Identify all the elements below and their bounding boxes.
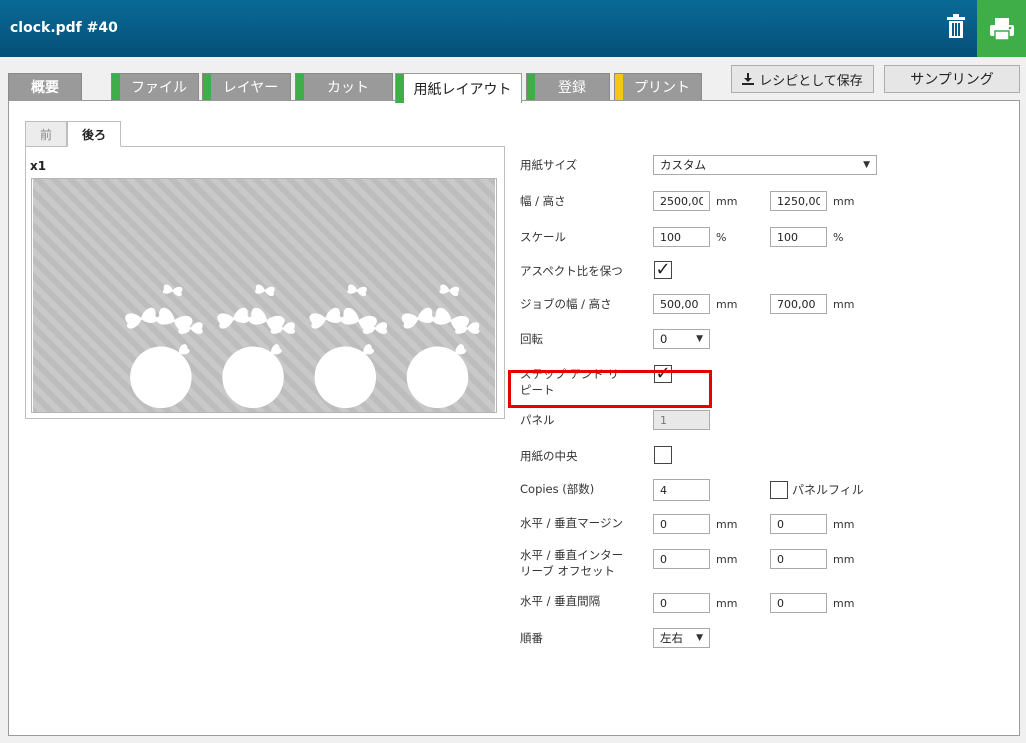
interleave-h-input[interactable] (653, 549, 710, 569)
tab-overview[interactable]: 概要 (8, 73, 82, 101)
sampling-label: サンプリング (910, 72, 994, 88)
unit-label: % (716, 231, 727, 244)
subtab-back[interactable]: 後ろ (67, 121, 121, 147)
tab-cut[interactable]: カット (295, 73, 393, 101)
scale-label: スケール (520, 230, 566, 244)
center-on-paper-checkbox[interactable] (654, 446, 672, 464)
panels-input (653, 410, 710, 430)
tab-label: レイヤー (222, 80, 279, 96)
spacing-h-input[interactable] (653, 593, 710, 613)
trash-icon (947, 14, 965, 38)
interleave-v-input[interactable] (770, 549, 827, 569)
tab-label: カット (327, 80, 369, 96)
tab-paper-layout[interactable]: 用紙レイアウト (395, 73, 522, 103)
paper-layout-panel: 前 後ろ x1 (8, 100, 1020, 736)
copies-label: Copies (部数) (520, 482, 595, 496)
title-bar: clock.pdf #40 (0, 0, 1026, 57)
trash-button[interactable] (940, 10, 972, 42)
margin-h-input[interactable] (653, 514, 710, 534)
tab-status-marker (203, 74, 211, 100)
panel-fill-label: パネルフィル (792, 483, 864, 497)
width-height-label: 幅 / 高さ (520, 194, 566, 208)
paper-height-input[interactable] (770, 191, 827, 211)
tab-status-marker (296, 74, 304, 100)
paper-width-input[interactable] (653, 191, 710, 211)
unit-label: % (833, 231, 844, 244)
scale-y-input[interactable] (770, 227, 827, 247)
margin-v-input[interactable] (770, 514, 827, 534)
panels-label: パネル (520, 413, 555, 427)
tab-status-marker (615, 74, 623, 100)
tab-file[interactable]: ファイル (111, 73, 199, 101)
unit-label: mm (716, 298, 738, 311)
rotation-select[interactable]: 0 ▼ (653, 329, 710, 349)
chevron-down-icon: ▼ (863, 160, 870, 170)
paper-size-select[interactable]: カスタム ▼ (653, 155, 877, 175)
checkmark-icon: ✓ (655, 259, 671, 280)
center-on-paper-label: 用紙の中央 (520, 449, 578, 463)
tab-registration[interactable]: 登録 (526, 73, 610, 101)
interleave-label-line2: リーブ オフセット (520, 564, 615, 578)
scale-x-input[interactable] (653, 227, 710, 247)
sampling-button[interactable]: サンプリング (884, 65, 1020, 93)
step-repeat-label-line2: ピート (520, 383, 555, 397)
download-icon (742, 73, 755, 85)
sheet-preview-image (31, 178, 497, 413)
job-size-label: ジョブの幅 / 高さ (520, 297, 612, 311)
print-button[interactable] (977, 0, 1026, 57)
keep-aspect-checkbox[interactable]: ✓ (654, 261, 672, 279)
job-height-input[interactable] (770, 294, 827, 314)
subtab-front-label: 前 (39, 127, 52, 142)
subtab-front[interactable]: 前 (25, 121, 67, 147)
step-repeat-checkbox[interactable]: ✓ (654, 365, 672, 383)
interleave-label: 水平 / 垂直インター リーブ オフセット (520, 547, 623, 579)
layout-preview: x1 (25, 146, 505, 419)
margins-label: 水平 / 垂直マージン (520, 516, 623, 530)
job-width-input[interactable] (653, 294, 710, 314)
unit-label: mm (833, 597, 855, 610)
spacing-v-input[interactable] (770, 593, 827, 613)
tab-status-marker (396, 74, 404, 103)
unit-label: mm (833, 195, 855, 208)
step-repeat-label: ステップ アンド リ ピート (520, 366, 619, 398)
rotation-value: 0 (660, 332, 668, 346)
save-as-recipe-button[interactable]: レシピとして保存 (731, 65, 874, 93)
unit-label: mm (716, 553, 738, 566)
step-repeat-label-line1: ステップ アンド リ (520, 367, 619, 381)
interleave-label-line1: 水平 / 垂直インター (520, 548, 624, 562)
unit-label: mm (716, 597, 738, 610)
save-as-recipe-label: レシピとして保存 (759, 73, 863, 89)
unit-label: mm (716, 195, 738, 208)
unit-label: mm (833, 553, 855, 566)
checkmark-icon: ✓ (655, 363, 671, 384)
chevron-down-icon: ▼ (696, 334, 703, 344)
panel-fill-checkbox[interactable] (770, 481, 788, 499)
order-select[interactable]: 左右 ▼ (653, 628, 710, 648)
rotation-label: 回転 (520, 332, 543, 346)
unit-label: mm (833, 298, 855, 311)
tab-print[interactable]: プリント (614, 73, 702, 101)
copies-input[interactable] (653, 479, 710, 501)
subtab-back-label: 後ろ (81, 127, 106, 142)
tab-label: プリント (634, 80, 690, 96)
unit-label: mm (833, 518, 855, 531)
paper-size-label: 用紙サイズ (520, 158, 578, 172)
tab-label: ファイル (131, 80, 187, 96)
tab-label: 用紙レイアウト (413, 81, 512, 98)
tab-label: 登録 (558, 80, 586, 96)
print-icon (989, 17, 1014, 41)
unit-label: mm (716, 518, 738, 531)
order-label: 順番 (520, 631, 543, 645)
window-title: clock.pdf #40 (10, 20, 118, 36)
preview-scale-label: x1 (30, 159, 47, 173)
tab-layer[interactable]: レイヤー (202, 73, 291, 101)
paper-size-value: カスタム (660, 158, 706, 172)
spacing-label: 水平 / 垂直間隔 (520, 594, 601, 608)
tab-status-marker (527, 74, 535, 100)
chevron-down-icon: ▼ (696, 633, 703, 643)
tab-label: 概要 (31, 80, 59, 96)
tab-status-marker (112, 74, 120, 100)
order-value: 左右 (660, 631, 683, 645)
keep-aspect-label: アスペクト比を保つ (520, 264, 623, 278)
